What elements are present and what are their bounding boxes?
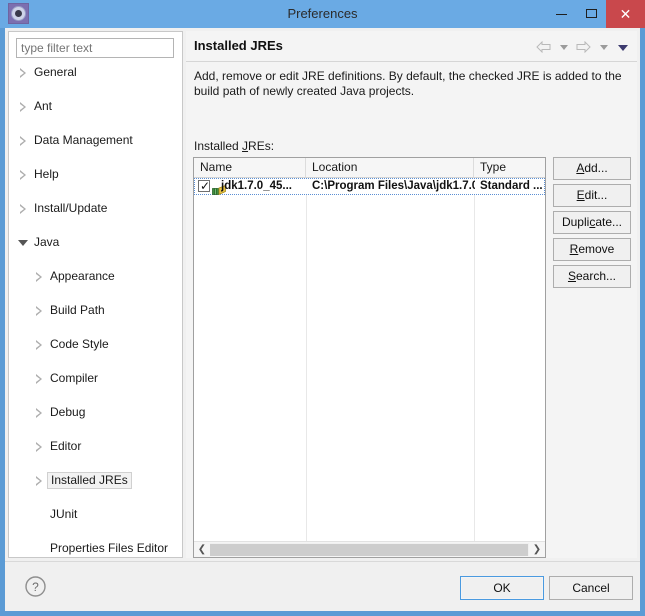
preferences-tree-panel: General Ant Data Management Help Install/Upd…	[8, 31, 183, 558]
view-menu-chevron-down-filled-icon[interactable]	[618, 44, 628, 51]
search-button[interactable]: Search...	[553, 265, 631, 288]
preferences-dialog: Preferences ✕ General Ant Data Management H…	[0, 0, 645, 616]
cell-type: Standard ...	[480, 180, 543, 192]
table-horizontal-scrollbar[interactable]: ❮ ❯	[194, 541, 545, 557]
title-bar: Preferences ✕	[0, 0, 645, 28]
ok-button[interactable]: OK	[460, 576, 544, 600]
chevron-right-icon[interactable]	[35, 272, 43, 282]
page-title: Installed JREs	[194, 38, 283, 53]
close-icon: ✕	[619, 6, 632, 22]
maximize-icon	[586, 9, 597, 18]
sidebar-item-label: Ant	[34, 99, 53, 113]
check-icon: ✓	[200, 179, 211, 193]
sidebar-item-debug[interactable]: Debug	[9, 404, 182, 421]
scrollbar-thumb[interactable]	[210, 544, 528, 556]
sidebar-item-appearance[interactable]: Appearance	[9, 268, 182, 285]
chevron-right-icon[interactable]	[19, 170, 27, 180]
sidebar-item-label: Help	[34, 167, 59, 181]
sidebar-item-compiler[interactable]: Compiler	[9, 370, 182, 387]
chevron-right-icon[interactable]	[35, 374, 43, 384]
sidebar-item-label: Build Path	[50, 303, 105, 317]
content-header: Installed JREs	[186, 31, 637, 62]
minimize-icon	[556, 14, 567, 15]
column-header-name[interactable]: Name	[194, 158, 306, 177]
sidebar-item-junit[interactable]: JUnit	[9, 506, 182, 523]
installed-jres-table[interactable]: Name Location Type ✓ jdk1.7.0_45... C:\P…	[193, 157, 546, 558]
sidebar-item-label: Appearance	[50, 269, 115, 283]
column-header-type[interactable]: Type	[474, 158, 545, 177]
minimize-button[interactable]	[546, 0, 576, 28]
table-row[interactable]: ✓ jdk1.7.0_45... C:\Program Files\Java\j…	[194, 178, 545, 196]
chevron-right-icon[interactable]	[35, 306, 43, 316]
sidebar-item-general[interactable]: General	[9, 64, 182, 81]
chevron-right-icon[interactable]	[35, 442, 43, 452]
cancel-button[interactable]: Cancel	[549, 576, 633, 600]
svg-text:?: ?	[32, 580, 39, 594]
chevron-down-icon[interactable]	[18, 239, 28, 247]
add-button[interactable]: Add...	[553, 157, 631, 180]
table-header-row: Name Location Type	[194, 158, 545, 178]
sidebar-item-label: Debug	[50, 405, 86, 419]
maximize-button[interactable]	[576, 0, 606, 28]
sidebar-item-ant[interactable]: Ant	[9, 98, 182, 115]
sidebar-item-label: General	[34, 65, 77, 79]
cell-name: jdk1.7.0_45...	[221, 180, 292, 192]
chevron-right-icon[interactable]	[19, 204, 27, 214]
table-body: ✓ jdk1.7.0_45... C:\Program Files\Java\j…	[194, 178, 545, 541]
sidebar-item-label: Code Style	[50, 337, 109, 351]
sidebar-item-editor[interactable]: Editor	[9, 438, 182, 455]
sidebar-item-java[interactable]: Java	[9, 234, 182, 251]
sidebar-item-label: Properties Files Editor	[50, 541, 169, 555]
remove-button[interactable]: Remove	[553, 238, 631, 261]
chevron-right-icon[interactable]	[19, 136, 27, 146]
column-divider	[474, 178, 475, 541]
nav-icons	[535, 38, 631, 54]
sidebar-item-label: Compiler	[50, 371, 99, 385]
sidebar-item-data-management[interactable]: Data Management	[9, 132, 182, 149]
cell-location: C:\Program Files\Java\jdk1.7.0...	[312, 180, 475, 192]
chevron-right-icon[interactable]	[35, 408, 43, 418]
forward-menu-chevron-down-icon[interactable]	[599, 45, 608, 51]
dialog-footer: ? OK Cancel	[5, 561, 640, 611]
arrow-left-icon[interactable]	[536, 40, 551, 53]
back-menu-chevron-down-icon[interactable]	[559, 45, 568, 51]
sidebar-item-label: Data Management	[34, 133, 133, 147]
filter-input[interactable]	[16, 38, 174, 58]
sidebar-item-label: Install/Update	[34, 201, 108, 215]
close-button[interactable]: ✕	[606, 0, 645, 28]
sidebar-item-label: Java	[34, 235, 60, 249]
sidebar-item-code-style[interactable]: Code Style	[9, 336, 182, 353]
sidebar-item-installed-jres[interactable]: Installed JREs	[9, 472, 182, 489]
column-header-location[interactable]: Location	[306, 158, 474, 177]
duplicate-button[interactable]: Duplicate...	[553, 211, 631, 234]
sidebar-item-properties-files-editor[interactable]: Properties Files Editor	[9, 540, 182, 557]
scroll-left-arrow-icon[interactable]: ❮	[194, 542, 210, 557]
question-mark-icon[interactable]: ?	[24, 575, 47, 598]
sidebar-item-help[interactable]: Help	[9, 166, 182, 183]
content-panel: Installed JREs Add, remove or edit JRE d…	[186, 31, 637, 558]
chevron-right-icon[interactable]	[35, 476, 43, 486]
column-divider	[306, 178, 307, 541]
installed-jres-label: Installed JREs:	[194, 139, 275, 153]
sidebar-item-label: Editor	[50, 439, 82, 453]
page-description: Add, remove or edit JRE definitions. By …	[194, 69, 622, 98]
arrow-right-icon[interactable]	[576, 40, 591, 53]
chevron-right-icon[interactable]	[19, 102, 27, 112]
sidebar-item-install-update[interactable]: Install/Update	[9, 200, 182, 217]
sidebar-item-label: JUnit	[50, 507, 78, 521]
sidebar-item-label: Installed JREs	[47, 472, 132, 489]
chevron-right-icon[interactable]	[19, 68, 27, 78]
sidebar-item-build-path[interactable]: Build Path	[9, 302, 182, 319]
edit-button[interactable]: Edit...	[553, 184, 631, 207]
scroll-right-arrow-icon[interactable]: ❯	[529, 542, 545, 557]
chevron-right-icon[interactable]	[35, 340, 43, 350]
jre-checkbox[interactable]: ✓	[198, 179, 211, 193]
dialog-body: General Ant Data Management Help Install/Upd…	[5, 28, 640, 611]
preferences-tree[interactable]: General Ant Data Management Help Install/Upd…	[9, 64, 182, 557]
